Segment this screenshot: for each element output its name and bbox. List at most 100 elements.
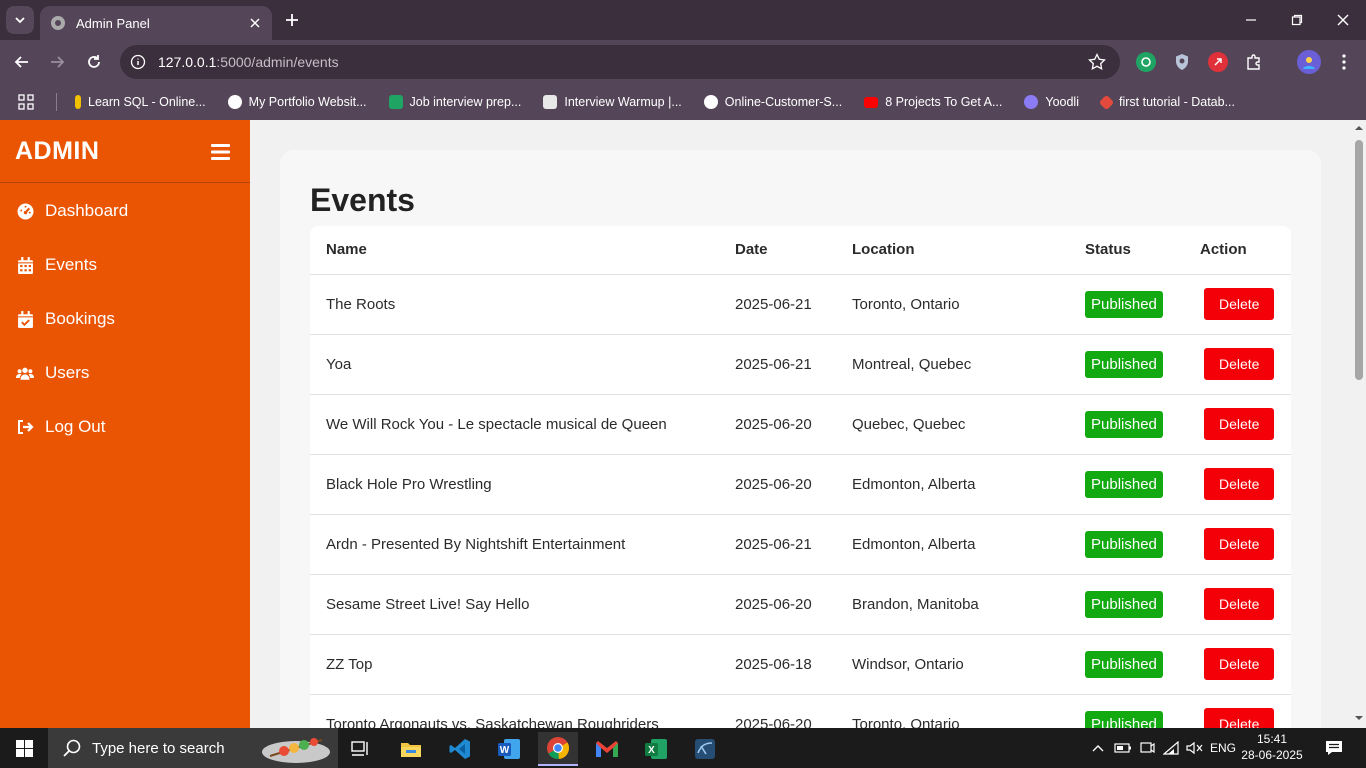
bookmark-item[interactable]: Online-Customer-S... bbox=[703, 95, 842, 109]
event-name: Yoa bbox=[310, 334, 719, 395]
action-cell: Delete bbox=[1185, 574, 1291, 635]
start-button[interactable] bbox=[0, 728, 48, 768]
word-app[interactable]: W bbox=[489, 732, 529, 766]
event-location: Windsor, Ontario bbox=[836, 634, 1070, 695]
event-date: 2025-06-20 bbox=[719, 694, 836, 728]
clock-time: 15:41 bbox=[1256, 732, 1288, 746]
show-hidden-icons-button[interactable] bbox=[1088, 728, 1108, 768]
scroll-up-arrow-icon[interactable] bbox=[1355, 124, 1363, 132]
language-indicator[interactable]: ENG bbox=[1208, 728, 1238, 768]
new-tab-button[interactable] bbox=[280, 8, 304, 32]
reload-button[interactable] bbox=[82, 50, 106, 74]
shield-extension-icon[interactable] bbox=[1172, 52, 1192, 72]
hamburger-menu-icon[interactable] bbox=[211, 144, 230, 160]
chrome-app[interactable] bbox=[538, 732, 578, 766]
status-cell: Published bbox=[1070, 634, 1185, 695]
sheets-icon bbox=[388, 95, 403, 109]
scrollbar-thumb[interactable] bbox=[1355, 140, 1363, 380]
apps-grid-icon[interactable] bbox=[18, 93, 36, 111]
url-path: :5000/admin/events bbox=[216, 54, 339, 70]
delete-button[interactable]: Delete bbox=[1204, 468, 1275, 500]
taskbar-search-box[interactable]: Type here to search bbox=[48, 728, 338, 768]
red-extension-icon[interactable] bbox=[1208, 52, 1228, 72]
action-cell: Delete bbox=[1185, 454, 1291, 515]
back-button[interactable] bbox=[10, 50, 34, 74]
delete-button[interactable]: Delete bbox=[1204, 708, 1275, 728]
windows-logo-icon bbox=[15, 739, 33, 757]
forward-button[interactable] bbox=[45, 50, 69, 74]
address-bar[interactable]: 127.0.0.1:5000/admin/events bbox=[120, 45, 1120, 79]
action-cell: Delete bbox=[1185, 334, 1291, 395]
delete-button[interactable]: Delete bbox=[1204, 288, 1275, 320]
sidebar-item-users[interactable]: Users bbox=[0, 346, 250, 400]
event-date: 2025-06-20 bbox=[719, 454, 836, 515]
bookmark-item[interactable]: Job interview prep... bbox=[388, 95, 522, 109]
scroll-down-arrow-icon[interactable] bbox=[1355, 714, 1363, 722]
close-window-button[interactable] bbox=[1320, 0, 1366, 40]
sidebar-item-logout[interactable]: Log Out bbox=[0, 400, 250, 454]
minimize-button[interactable] bbox=[1228, 0, 1274, 40]
bookmark-label: Interview Warmup |... bbox=[564, 95, 682, 109]
browser-menu-icon[interactable] bbox=[1334, 52, 1354, 72]
action-cell: Delete bbox=[1185, 694, 1291, 728]
profile-avatar[interactable] bbox=[1297, 50, 1321, 74]
search-icon bbox=[63, 739, 81, 757]
tab-title: Admin Panel bbox=[76, 15, 150, 31]
status-cell: Published bbox=[1070, 574, 1185, 635]
mysql-workbench-app[interactable] bbox=[685, 732, 725, 766]
volume-muted-icon[interactable] bbox=[1184, 728, 1206, 768]
bookmark-item[interactable]: first tutorial - Datab... bbox=[1098, 94, 1235, 110]
bookmark-item[interactable]: Yoodli bbox=[1024, 95, 1079, 109]
meet-now-icon[interactable] bbox=[1136, 728, 1158, 768]
delete-button[interactable]: Delete bbox=[1204, 408, 1275, 440]
event-location: Toronto, Ontario bbox=[836, 694, 1070, 728]
grammarly-extension-icon[interactable] bbox=[1136, 52, 1156, 72]
task-view-button[interactable] bbox=[341, 732, 381, 766]
notification-center-icon bbox=[1326, 741, 1342, 755]
table-row: The Roots 2025-06-21 Toronto, Ontario Pu… bbox=[310, 274, 1291, 335]
notifications-button[interactable] bbox=[1320, 728, 1348, 768]
table-row: Sesame Street Live! Say Hello 2025-06-20… bbox=[310, 574, 1291, 635]
delete-button[interactable]: Delete bbox=[1204, 528, 1275, 560]
arrow-left-icon bbox=[14, 56, 28, 68]
vscode-icon bbox=[449, 739, 470, 759]
delete-button[interactable]: Delete bbox=[1204, 588, 1275, 620]
bookmark-star-icon[interactable] bbox=[1088, 53, 1106, 71]
page-scrollbar[interactable] bbox=[1352, 120, 1366, 728]
sidebar-item-bookings[interactable]: Bookings bbox=[0, 292, 250, 346]
folder-icon bbox=[401, 743, 421, 757]
youtube-icon bbox=[864, 96, 879, 108]
bookmark-item[interactable]: My Portfolio Websit... bbox=[227, 95, 367, 109]
svg-text:X: X bbox=[648, 745, 655, 756]
chevron-down-icon bbox=[15, 17, 25, 24]
browser-tab[interactable]: Admin Panel bbox=[40, 6, 272, 40]
event-name: The Roots bbox=[310, 274, 719, 335]
restore-icon bbox=[1291, 14, 1303, 26]
bookmark-label: Job interview prep... bbox=[409, 95, 522, 109]
battery-icon[interactable] bbox=[1112, 728, 1134, 768]
status-cell: Published bbox=[1070, 694, 1185, 728]
tab-search-button[interactable] bbox=[6, 6, 34, 34]
gmail-app[interactable] bbox=[587, 732, 627, 766]
bookmark-item[interactable]: 8 Projects To Get A... bbox=[864, 95, 1002, 109]
vscode-app[interactable] bbox=[440, 732, 480, 766]
wifi-icon[interactable] bbox=[1160, 728, 1182, 768]
sidebar-item-events[interactable]: Events bbox=[0, 238, 250, 292]
restore-button[interactable] bbox=[1274, 0, 1320, 40]
yoodli-icon bbox=[1024, 95, 1039, 109]
system-clock[interactable]: 15:41 28-06-2025 bbox=[1240, 731, 1304, 763]
delete-button[interactable]: Delete bbox=[1204, 348, 1275, 380]
site-info-icon[interactable] bbox=[128, 52, 148, 72]
gmail-icon bbox=[596, 741, 618, 757]
sidebar-item-dashboard[interactable]: Dashboard bbox=[0, 184, 250, 238]
extensions-puzzle-icon[interactable] bbox=[1244, 52, 1264, 72]
column-header-status: Status bbox=[1070, 226, 1185, 275]
bookmark-item[interactable]: Learn SQL - Online... bbox=[75, 95, 206, 109]
delete-button[interactable]: Delete bbox=[1204, 648, 1275, 680]
bookmark-item[interactable]: Interview Warmup |... bbox=[543, 95, 682, 109]
event-name: We Will Rock You - Le spectacle musical … bbox=[310, 394, 719, 455]
event-location: Toronto, Ontario bbox=[836, 274, 1070, 335]
excel-app[interactable]: X bbox=[636, 732, 676, 766]
close-tab-icon[interactable] bbox=[246, 14, 264, 32]
file-explorer-app[interactable] bbox=[391, 732, 431, 766]
